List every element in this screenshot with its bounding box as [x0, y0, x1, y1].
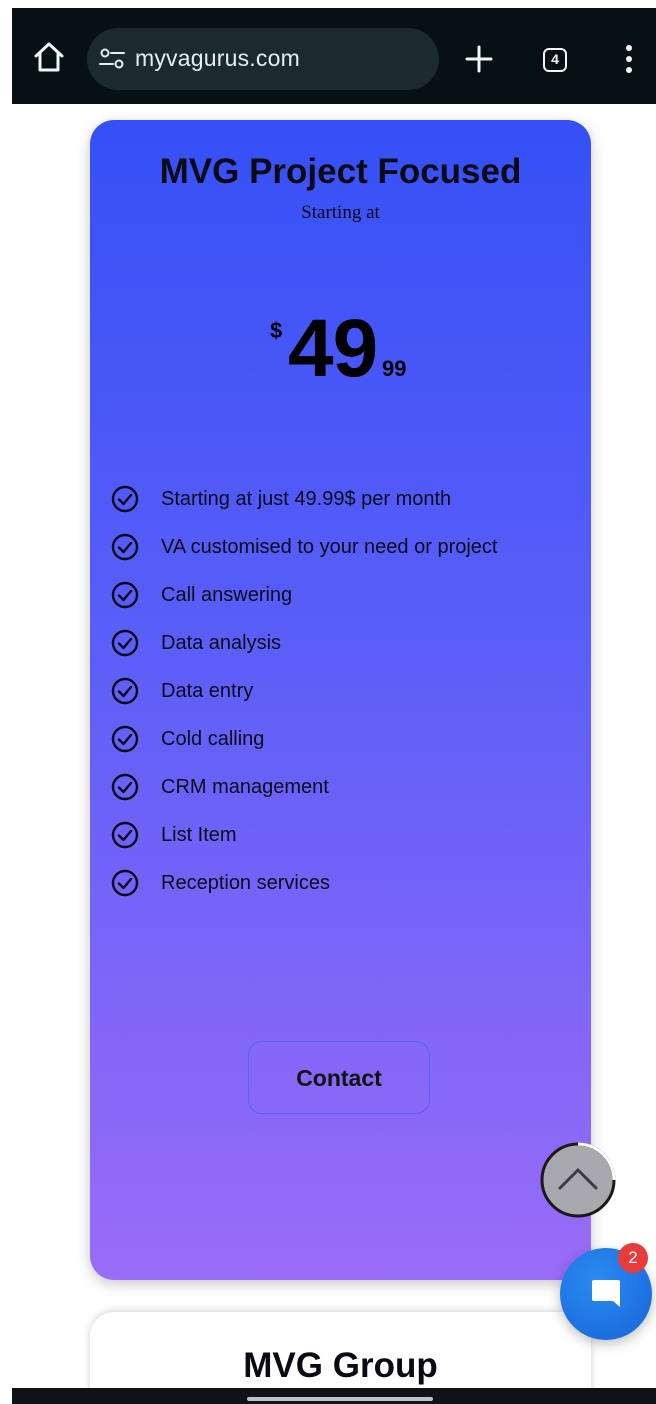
pricing-card: MVG Project Focused Starting at $ 49 99 …: [90, 120, 591, 1280]
feature-text: Reception services: [161, 872, 330, 894]
feature-text: Starting at just 49.99$ per month: [161, 488, 452, 510]
chat-badge: 2: [618, 1243, 648, 1273]
more-vert-icon[interactable]: [621, 44, 637, 74]
feature-text: Cold calling: [161, 728, 265, 750]
feature-list: Starting at just 49.99$ per month VA cust…: [110, 482, 570, 914]
contact-button[interactable]: Contact: [248, 1041, 430, 1114]
feature-item: Reception services: [110, 866, 570, 914]
check-circle-icon: [111, 821, 139, 849]
feature-item: Data entry: [110, 674, 570, 722]
pricing-card-subtitle: Starting at: [301, 202, 380, 223]
feature-text: CRM management: [161, 776, 329, 798]
feature-text: VA customised to your need or project: [161, 536, 498, 558]
browser-toolbar: myvagurus.com 4: [12, 8, 656, 104]
feature-item: Starting at just 49.99$ per month: [110, 482, 570, 530]
group-card-title: MVG Group: [243, 1346, 438, 1385]
check-circle-icon: [111, 485, 139, 513]
plus-icon[interactable]: [464, 44, 494, 74]
address-bar[interactable]: myvagurus.com: [87, 28, 439, 90]
check-circle-icon: [111, 773, 139, 801]
system-nav-bar: [12, 1388, 656, 1404]
price-amount: 49: [288, 303, 378, 394]
tab-switcher-button[interactable]: 4: [543, 48, 567, 72]
pricing-card-title: MVG Project Focused: [159, 152, 522, 191]
tab-count: 4: [551, 51, 559, 67]
feature-item: VA customised to your need or project: [110, 530, 570, 578]
tune-icon[interactable]: [99, 48, 125, 70]
feature-text: Data entry: [161, 680, 254, 702]
status-pad: [0, 0, 656, 8]
feature-item: Cold calling: [110, 722, 570, 770]
check-circle-icon: [111, 677, 139, 705]
check-circle-icon: [111, 725, 139, 753]
price-cents: 99: [382, 356, 407, 381]
feature-text: List Item: [161, 824, 237, 846]
feature-item: CRM management: [110, 770, 570, 818]
check-circle-icon: [111, 581, 139, 609]
check-circle-icon: [111, 869, 139, 897]
home-gesture-handle[interactable]: [247, 1397, 433, 1401]
check-circle-icon: [111, 533, 139, 561]
feature-item: Call answering: [110, 578, 570, 626]
price: $ 49 99: [266, 303, 426, 400]
screen: myvagurus.com 4 MVG Project Focused Star…: [0, 0, 656, 1404]
url-text: myvagurus.com: [135, 45, 300, 71]
price-currency: $: [270, 318, 283, 343]
check-circle-icon: [111, 629, 139, 657]
feature-item: List Item: [110, 818, 570, 866]
scroll-to-top-button[interactable]: [540, 1142, 616, 1218]
feature-item: Data analysis: [110, 626, 570, 674]
home-icon[interactable]: [32, 40, 66, 74]
chat-icon: [592, 1280, 620, 1307]
feature-text: Data analysis: [161, 632, 282, 654]
feature-text: Call answering: [161, 584, 293, 606]
